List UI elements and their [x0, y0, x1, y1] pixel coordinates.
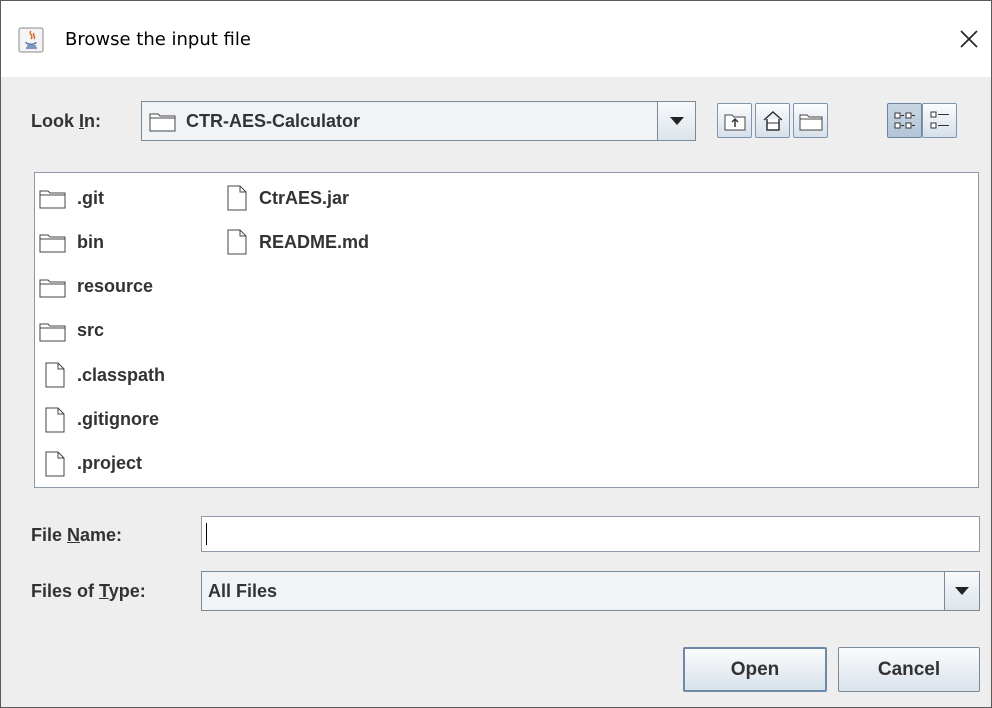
- file-name-label-prefix: File: [31, 525, 68, 545]
- look-in-label-suffix: n:: [84, 111, 102, 131]
- file-icon: [39, 362, 69, 388]
- look-in-label-prefix: Look: [31, 111, 79, 131]
- new-folder-icon: [799, 114, 822, 130]
- files-of-type-label: Files of Type:: [31, 581, 146, 602]
- files-of-type-combo[interactable]: All Files: [201, 571, 980, 611]
- file-name-label: File Name:: [31, 525, 122, 546]
- java-app-icon: [18, 27, 44, 53]
- file-list-item[interactable]: CtrAES.jar: [221, 181, 349, 215]
- folder-icon: [39, 318, 69, 344]
- up-one-level-button[interactable]: [717, 103, 752, 138]
- file-list-item[interactable]: src: [39, 314, 104, 348]
- file-name: bin: [77, 231, 104, 252]
- folder-icon: [149, 113, 176, 132]
- window-title: Browse the input file: [65, 29, 251, 50]
- cancel-button[interactable]: Cancel: [838, 647, 980, 692]
- file-name-label-mnemonic: N: [67, 525, 81, 545]
- folder-icon: [39, 274, 69, 300]
- file-name: README.md: [259, 231, 370, 252]
- file-name: CtrAES.jar: [259, 187, 350, 208]
- file-list-item[interactable]: .gitignore: [39, 403, 159, 437]
- files-of-type-selected: All Files: [208, 581, 278, 601]
- file-name-label-suffix: ame:: [80, 525, 123, 545]
- new-folder-button[interactable]: [793, 103, 828, 138]
- file-icon: [39, 407, 69, 433]
- file-name: .project: [77, 453, 143, 474]
- files-of-type-label-suffix: ype:: [108, 581, 146, 601]
- close-button[interactable]: [951, 21, 987, 57]
- file-list-item[interactable]: .project: [39, 447, 142, 481]
- file-name: src: [77, 320, 105, 341]
- chevron-down-icon: [669, 117, 684, 125]
- close-icon: [960, 30, 978, 48]
- list-view-button[interactable]: [887, 103, 922, 138]
- files-of-type-label-prefix: Files of: [31, 581, 100, 601]
- details-view-button[interactable]: [922, 103, 957, 138]
- look-in-label: Look In:: [31, 111, 101, 132]
- file-list[interactable]: .git bin resource src .classpath .gitignore .p…: [34, 172, 979, 488]
- folder-icon: [39, 185, 69, 211]
- file-chooser-dialog: Browse the input file Look In: CTR-AES-C…: [0, 0, 992, 708]
- files-of-type-label-mnemonic: T: [99, 581, 109, 601]
- details-view-icon: [930, 111, 949, 128]
- file-list-item[interactable]: .git: [39, 181, 104, 215]
- look-in-selected: CTR-AES-Calculator: [186, 111, 361, 131]
- file-icon: [39, 451, 69, 477]
- folder-icon: [39, 229, 69, 255]
- file-name: .gitignore: [77, 409, 159, 429]
- chevron-down-icon: [955, 587, 969, 595]
- up-folder-icon: [724, 114, 745, 130]
- file-name: .classpath: [77, 364, 166, 385]
- files-of-type-dropdown-button[interactable]: [944, 572, 979, 610]
- title-bar[interactable]: Browse the input file: [1, 1, 991, 77]
- file-list-item[interactable]: resource: [39, 270, 153, 304]
- file-list-item[interactable]: README.md: [221, 225, 369, 259]
- file-name-input[interactable]: [201, 516, 980, 552]
- look-in-combo[interactable]: CTR-AES-Calculator: [141, 101, 696, 141]
- file-list-item[interactable]: .classpath: [39, 358, 165, 392]
- file-name: resource: [77, 276, 154, 297]
- file-name: .git: [77, 187, 104, 208]
- file-icon: [221, 229, 251, 255]
- home-button[interactable]: [755, 103, 790, 138]
- list-view-icon: [894, 112, 915, 128]
- open-button[interactable]: Open: [683, 647, 827, 692]
- file-list-item[interactable]: bin: [39, 225, 104, 259]
- text-caret: [206, 523, 207, 545]
- file-icon: [221, 185, 251, 211]
- home-icon: [763, 110, 782, 131]
- look-in-dropdown-button[interactable]: [657, 102, 695, 140]
